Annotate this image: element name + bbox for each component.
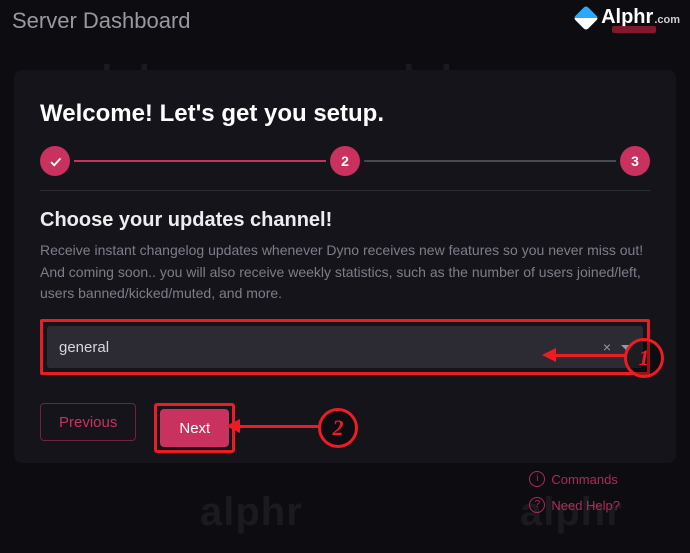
check-icon [48,154,63,169]
section-desc-line-1: Receive instant changelog updates whenev… [40,242,643,258]
clear-icon[interactable]: × [603,340,611,354]
next-button[interactable]: Next [160,409,229,447]
partial-red-element [612,26,656,33]
commands-link-label: Commands [551,472,617,487]
divider [40,190,650,191]
nav-row: Previous Next [40,403,650,453]
need-help-link-label: Need Help? [551,498,620,513]
step-3: 3 [620,146,650,176]
annotation-frame-2: Next [154,403,235,453]
updates-channel-select[interactable]: general × [47,326,643,368]
section-title: Choose your updates channel! [40,209,650,232]
commands-link[interactable]: i Commands [529,471,617,487]
alphr-mark-icon [573,5,598,30]
setup-modal: Welcome! Let's get you setup. 2 3 Choose… [14,70,676,463]
step-1-done [40,146,70,176]
stepper: 2 3 [40,146,650,176]
annotation-frame-1: general × [40,319,650,375]
chevron-down-icon[interactable] [621,345,631,350]
previous-button[interactable]: Previous [40,403,136,441]
section-desc-line-2: And coming soon.. you will also receive … [40,264,641,302]
info-icon: i [529,471,545,487]
step-bar-2 [364,160,616,162]
watermark: alphr [200,490,303,535]
brand-name-text: Alphr [601,6,653,28]
step-bar-1 [74,160,326,162]
modal-heading: Welcome! Let's get you setup. [40,100,650,128]
need-help-link[interactable]: ? Need Help? [529,497,620,513]
brand-tld: .com [654,14,680,26]
step-2: 2 [330,146,360,176]
question-icon: ? [529,497,545,513]
footer-links: i Commands ? Need Help? [529,471,620,513]
section-description: Receive instant changelog updates whenev… [40,240,650,305]
page-title: Server Dashboard [12,8,191,34]
select-value: general [59,339,109,356]
